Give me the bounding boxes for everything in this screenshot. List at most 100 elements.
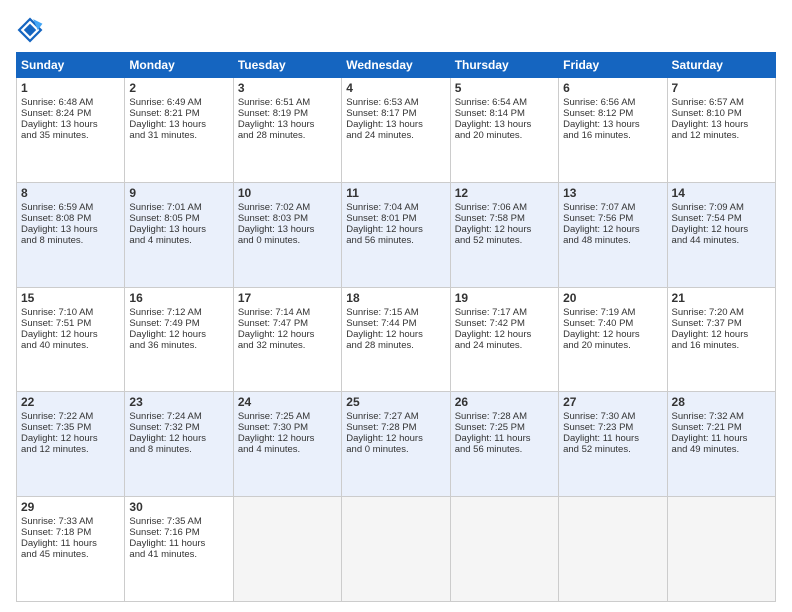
- calendar-cell: 4Sunrise: 6:53 AMSunset: 8:17 PMDaylight…: [342, 78, 450, 183]
- day-info-line: Sunset: 7:30 PM: [238, 422, 337, 433]
- calendar-cell: 8Sunrise: 6:59 AMSunset: 8:08 PMDaylight…: [17, 182, 125, 287]
- day-info-line: Sunset: 7:23 PM: [563, 422, 662, 433]
- day-info-line: Daylight: 12 hours: [455, 329, 554, 340]
- day-number: 16: [129, 291, 228, 305]
- day-info-line: and 44 minutes.: [672, 235, 771, 246]
- calendar-cell: 20Sunrise: 7:19 AMSunset: 7:40 PMDayligh…: [559, 287, 667, 392]
- day-info-line: Sunset: 7:47 PM: [238, 318, 337, 329]
- day-info-line: and 16 minutes.: [672, 340, 771, 351]
- day-number: 14: [672, 186, 771, 200]
- calendar-cell: 19Sunrise: 7:17 AMSunset: 7:42 PMDayligh…: [450, 287, 558, 392]
- day-number: 24: [238, 395, 337, 409]
- day-info-line: Sunrise: 6:56 AM: [563, 97, 662, 108]
- day-info-line: Sunrise: 7:27 AM: [346, 411, 445, 422]
- day-number: 5: [455, 81, 554, 95]
- day-info-line: and 12 minutes.: [672, 130, 771, 141]
- day-info-line: and 28 minutes.: [238, 130, 337, 141]
- day-info-line: and 20 minutes.: [455, 130, 554, 141]
- day-number: 30: [129, 500, 228, 514]
- calendar-cell: 14Sunrise: 7:09 AMSunset: 7:54 PMDayligh…: [667, 182, 775, 287]
- day-info-line: Daylight: 13 hours: [238, 119, 337, 130]
- calendar-cell: 24 Sunrise: 7:25 AMSunset: 7:30 PMDayligh…: [233, 392, 341, 497]
- day-number: 12: [455, 186, 554, 200]
- calendar-cell: 21Sunrise: 7:20 AMSunset: 7:37 PMDayligh…: [667, 287, 775, 392]
- day-info-line: Sunrise: 7:12 AM: [129, 307, 228, 318]
- day-number: 9: [129, 186, 228, 200]
- day-info-line: Sunrise: 7:35 AM: [129, 516, 228, 527]
- calendar-cell: 29Sunrise: 7:33 AMSunset: 7:18 PMDayligh…: [17, 497, 125, 602]
- day-info-line: Sunrise: 7:02 AM: [238, 202, 337, 213]
- day-info-line: and 4 minutes.: [238, 444, 337, 455]
- day-info-line: and 52 minutes.: [563, 444, 662, 455]
- day-info-line: Sunrise: 7:17 AM: [455, 307, 554, 318]
- day-info-line: Daylight: 12 hours: [238, 329, 337, 340]
- day-number: 21: [672, 291, 771, 305]
- day-info-line: Sunset: 8:10 PM: [672, 108, 771, 119]
- col-header-thursday: Thursday: [450, 53, 558, 78]
- day-info-line: Daylight: 13 hours: [129, 119, 228, 130]
- day-info-line: Sunrise: 6:53 AM: [346, 97, 445, 108]
- day-info-line: Daylight: 13 hours: [346, 119, 445, 130]
- day-info-line: Sunset: 7:28 PM: [346, 422, 445, 433]
- calendar-cell: 27Sunrise: 7:30 AMSunset: 7:23 PMDayligh…: [559, 392, 667, 497]
- day-info-line: Sunset: 7:40 PM: [563, 318, 662, 329]
- calendar-cell: 3Sunrise: 6:51 AMSunset: 8:19 PMDaylight…: [233, 78, 341, 183]
- day-number: 17: [238, 291, 337, 305]
- day-info-line: Sunrise: 7:07 AM: [563, 202, 662, 213]
- day-info-line: Sunset: 8:24 PM: [21, 108, 120, 119]
- day-info-line: and 28 minutes.: [346, 340, 445, 351]
- day-info-line: Daylight: 12 hours: [346, 329, 445, 340]
- day-info-line: Sunrise: 7:10 AM: [21, 307, 120, 318]
- day-info-line: Daylight: 12 hours: [346, 433, 445, 444]
- col-header-tuesday: Tuesday: [233, 53, 341, 78]
- day-number: 7: [672, 81, 771, 95]
- day-number: 28: [672, 395, 771, 409]
- day-info-line: and 0 minutes.: [346, 444, 445, 455]
- col-header-wednesday: Wednesday: [342, 53, 450, 78]
- calendar-cell: 10Sunrise: 7:02 AMSunset: 8:03 PMDayligh…: [233, 182, 341, 287]
- day-number: 23: [129, 395, 228, 409]
- day-number: 22: [21, 395, 120, 409]
- calendar-cell: [342, 497, 450, 602]
- day-info-line: and 4 minutes.: [129, 235, 228, 246]
- week-row-1: 1Sunrise: 6:48 AMSunset: 8:24 PMDaylight…: [17, 78, 776, 183]
- calendar-cell: 17 Sunrise: 7:14 AMSunset: 7:47 PMDayligh…: [233, 287, 341, 392]
- day-info-line: Daylight: 12 hours: [563, 224, 662, 235]
- header-row: SundayMondayTuesdayWednesdayThursdayFrid…: [17, 53, 776, 78]
- day-info-line: Sunrise: 7:15 AM: [346, 307, 445, 318]
- day-info-line: Sunrise: 7:09 AM: [672, 202, 771, 213]
- day-info-line: Sunrise: 7:19 AM: [563, 307, 662, 318]
- day-info-line: Daylight: 12 hours: [563, 329, 662, 340]
- day-info-line: Sunrise: 7:20 AM: [672, 307, 771, 318]
- day-info-line: Sunrise: 7:01 AM: [129, 202, 228, 213]
- week-row-4: 22Sunrise: 7:22 AMSunset: 7:35 PMDayligh…: [17, 392, 776, 497]
- day-number: 18: [346, 291, 445, 305]
- logo: [16, 16, 48, 44]
- day-info-line: Sunset: 8:03 PM: [238, 213, 337, 224]
- day-number: 26: [455, 395, 554, 409]
- col-header-friday: Friday: [559, 53, 667, 78]
- day-info-line: Sunrise: 7:28 AM: [455, 411, 554, 422]
- day-info-line: Daylight: 12 hours: [129, 433, 228, 444]
- day-info-line: and 56 minutes.: [455, 444, 554, 455]
- logo-icon: [16, 16, 44, 44]
- day-info-line: Daylight: 12 hours: [672, 329, 771, 340]
- day-info-line: Sunrise: 7:14 AM: [238, 307, 337, 318]
- day-info-line: and 48 minutes.: [563, 235, 662, 246]
- day-info-line: and 36 minutes.: [129, 340, 228, 351]
- day-info-line: Daylight: 11 hours: [455, 433, 554, 444]
- day-info-line: Daylight: 13 hours: [21, 224, 120, 235]
- day-info-line: Daylight: 13 hours: [129, 224, 228, 235]
- day-info-line: Sunrise: 7:25 AM: [238, 411, 337, 422]
- day-info-line: Sunrise: 6:57 AM: [672, 97, 771, 108]
- day-info-line: Daylight: 12 hours: [238, 433, 337, 444]
- day-info-line: Daylight: 13 hours: [563, 119, 662, 130]
- calendar-cell: 25Sunrise: 7:27 AMSunset: 7:28 PMDayligh…: [342, 392, 450, 497]
- day-info-line: Sunset: 8:19 PM: [238, 108, 337, 119]
- day-info-line: Sunset: 7:44 PM: [346, 318, 445, 329]
- day-number: 4: [346, 81, 445, 95]
- day-info-line: and 41 minutes.: [129, 549, 228, 560]
- day-info-line: Daylight: 11 hours: [129, 538, 228, 549]
- calendar-cell: 13Sunrise: 7:07 AMSunset: 7:56 PMDayligh…: [559, 182, 667, 287]
- day-info-line: Sunrise: 7:06 AM: [455, 202, 554, 213]
